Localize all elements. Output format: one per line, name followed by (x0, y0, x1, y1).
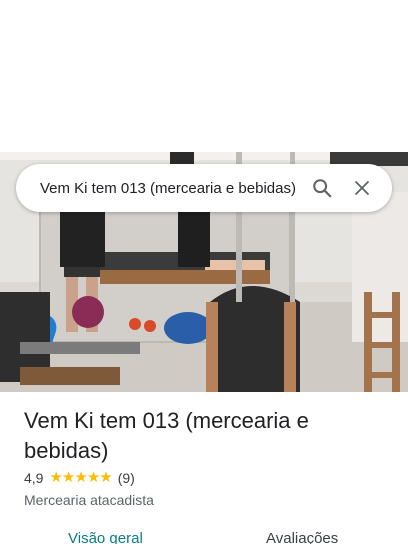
close-icon (355, 181, 369, 195)
star-icon: ★ (49, 469, 62, 486)
search-input[interactable]: Vem Ki tem 013 (mercearia e bebidas) (40, 180, 302, 197)
rating-row[interactable]: 4,9 ★ ★ ★ ★ ★ (9) (24, 469, 135, 487)
search-icon (313, 179, 332, 198)
map-blank-area (0, 0, 408, 152)
star-rating: ★ ★ ★ ★ ★ (49, 469, 112, 486)
search-button[interactable] (302, 168, 342, 208)
review-count: (9) (117, 470, 135, 486)
place-tabs: Visão geral Avaliações (0, 530, 408, 544)
star-icon: ★ (99, 469, 112, 486)
star-icon: ★ (86, 469, 100, 486)
star-icon: ★ (74, 469, 87, 486)
place-details-screen: Vem Ki tem 013 (mercearia e bebidas) Vem… (0, 0, 408, 544)
tab-reviews[interactable]: Avaliações (266, 530, 338, 544)
place-category: Mercearia atacadista (24, 492, 154, 508)
rating-value: 4,9 (24, 470, 44, 486)
place-title: Vem Ki tem 013 (mercearia e bebidas) (24, 408, 309, 463)
tab-overview[interactable]: Visão geral (68, 530, 143, 544)
search-bar[interactable]: Vem Ki tem 013 (mercearia e bebidas) (16, 164, 392, 212)
star-icon: ★ (61, 469, 75, 486)
close-button[interactable] (342, 168, 382, 208)
